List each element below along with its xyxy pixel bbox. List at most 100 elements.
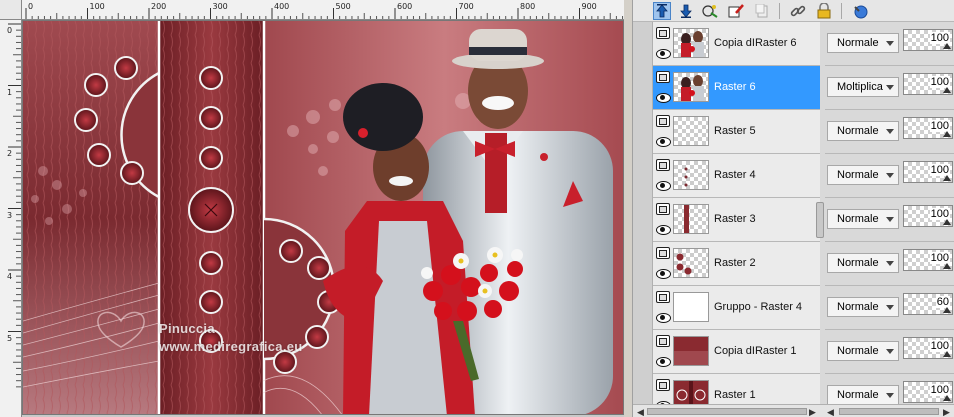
layer-name: Raster 4 bbox=[714, 169, 756, 181]
visibility-eye-icon[interactable] bbox=[656, 355, 671, 367]
blend-mode-dropdown[interactable]: Normale bbox=[827, 253, 899, 273]
blend-mode-dropdown[interactable]: Normale bbox=[827, 33, 899, 53]
layer-name: Raster 3 bbox=[714, 213, 756, 225]
opacity-slider[interactable]: 100 bbox=[903, 337, 953, 359]
scroll-left-icon[interactable]: ◀ bbox=[827, 407, 834, 417]
layer-mask-icon[interactable] bbox=[656, 247, 670, 259]
visibility-eye-icon[interactable] bbox=[656, 47, 671, 59]
layer-mask-icon[interactable] bbox=[656, 71, 670, 83]
splitter-grip[interactable] bbox=[816, 202, 824, 238]
opacity-slider-pointer-icon bbox=[943, 395, 951, 401]
layer-row[interactable]: Gruppo - Raster 4 Normale 60 bbox=[653, 286, 954, 330]
scroll-thumb-left[interactable] bbox=[647, 408, 807, 415]
opacity-slider[interactable]: 100 bbox=[903, 249, 953, 271]
artwork-graphic bbox=[23, 21, 623, 414]
layers-palette: Copia dIRaster 6 Normale 100 Raster 6 Moltip… bbox=[632, 0, 954, 417]
scroll-thumb-right[interactable] bbox=[839, 408, 939, 415]
layer-thumbnail[interactable] bbox=[673, 336, 709, 366]
layer-mask-icon[interactable] bbox=[656, 115, 670, 127]
blend-mode-dropdown[interactable]: Normale bbox=[827, 165, 899, 185]
layer-mask-icon[interactable] bbox=[656, 27, 670, 39]
layer-row[interactable]: Raster 2 Normale 100 bbox=[653, 242, 954, 286]
lock-icon[interactable] bbox=[815, 2, 833, 20]
layer-name-cell[interactable]: Copia dIRaster 6 bbox=[653, 22, 820, 66]
layer-row[interactable]: Raster 1 Normale 100 bbox=[653, 374, 954, 404]
visibility-eye-icon[interactable] bbox=[656, 135, 671, 147]
layer-thumbnail[interactable] bbox=[673, 28, 709, 58]
ruler-top-label: 500 bbox=[335, 2, 351, 11]
layer-name: Raster 5 bbox=[714, 125, 756, 137]
ruler-corner bbox=[0, 0, 22, 20]
move-up-icon[interactable] bbox=[653, 2, 671, 20]
opacity-slider[interactable]: 100 bbox=[903, 161, 953, 183]
layer-thumbnail[interactable] bbox=[673, 72, 709, 102]
ruler-top[interactable]: 0 100 200 300 400 500 600 700 800 900 bbox=[22, 0, 624, 20]
layers-list[interactable]: Copia dIRaster 6 Normale 100 Raster 6 Moltip… bbox=[653, 22, 954, 404]
layer-row[interactable]: Raster 6 Moltiplica 100 bbox=[653, 66, 954, 110]
image-canvas[interactable]: Pinuccia www.mediregrafica.eu bbox=[22, 20, 624, 415]
layer-mask-icon[interactable] bbox=[656, 335, 670, 347]
layer-row[interactable]: Copia dIRaster 6 Normale 100 bbox=[653, 22, 954, 66]
layer-name-cell[interactable]: Raster 2 bbox=[653, 242, 820, 286]
layer-name-cell[interactable]: Raster 5 bbox=[653, 110, 820, 154]
layer-thumbnail[interactable] bbox=[673, 116, 709, 146]
layer-thumbnail[interactable] bbox=[673, 248, 709, 278]
layer-name: Raster 1 bbox=[714, 389, 756, 401]
blend-mode-dropdown[interactable]: Normale bbox=[827, 385, 899, 404]
layer-name-cell[interactable]: Raster 4 bbox=[653, 154, 820, 198]
layer-name-cell[interactable]: Raster 3 bbox=[653, 198, 820, 242]
opacity-slider[interactable]: 100 bbox=[903, 381, 953, 403]
opacity-slider[interactable]: 100 bbox=[903, 205, 953, 227]
opacity-slider[interactable]: 100 bbox=[903, 117, 953, 139]
layer-thumbnail[interactable] bbox=[673, 292, 709, 322]
layer-name-cell[interactable]: Raster 6 bbox=[653, 66, 820, 110]
layer-mask-icon[interactable] bbox=[656, 159, 670, 171]
help-icon[interactable] bbox=[851, 2, 869, 20]
layer-thumbnail[interactable] bbox=[673, 160, 709, 190]
new-layer-icon[interactable] bbox=[701, 2, 719, 20]
layer-thumbnail[interactable] bbox=[673, 380, 709, 404]
layer-name-cell[interactable]: Raster 1 bbox=[653, 374, 820, 404]
blend-mode-dropdown[interactable]: Normale bbox=[827, 209, 899, 229]
blend-mode-value: Normale bbox=[837, 37, 879, 49]
layer-row[interactable]: Raster 4 Normale 100 bbox=[653, 154, 954, 198]
layer-name-cell[interactable]: Gruppo - Raster 4 bbox=[653, 286, 820, 330]
opacity-slider[interactable]: 60 bbox=[903, 293, 953, 315]
paint-layer-icon[interactable] bbox=[727, 2, 745, 20]
visibility-eye-icon[interactable] bbox=[656, 179, 671, 191]
chevron-down-icon bbox=[886, 217, 894, 222]
layer-name: Copia dIRaster 6 bbox=[714, 37, 797, 49]
disabled-icon[interactable] bbox=[753, 2, 771, 20]
scroll-left-icon[interactable]: ◀ bbox=[637, 407, 644, 417]
layer-row[interactable]: Raster 5 Normale 100 bbox=[653, 110, 954, 154]
blend-mode-dropdown[interactable]: Normale bbox=[827, 297, 899, 317]
blend-mode-dropdown[interactable]: Normale bbox=[827, 121, 899, 141]
layer-name-cell[interactable]: Copia dIRaster 1 bbox=[653, 330, 820, 374]
layer-props-cell: Normale 100 bbox=[825, 22, 954, 66]
opacity-slider[interactable]: 100 bbox=[903, 29, 953, 51]
move-down-icon[interactable] bbox=[677, 2, 695, 20]
opacity-slider[interactable]: 100 bbox=[903, 73, 953, 95]
app-window: 0 100 200 300 400 500 600 700 800 900 0 1 2 3 4 5 bbox=[0, 0, 954, 417]
scroll-right-icon[interactable]: ▶ bbox=[943, 407, 950, 417]
opacity-slider-pointer-icon bbox=[943, 263, 951, 269]
layer-row[interactable]: Copia dIRaster 1 Normale 100 bbox=[653, 330, 954, 374]
layer-mask-icon[interactable] bbox=[656, 203, 670, 215]
layer-thumbnail[interactable] bbox=[673, 204, 709, 234]
visibility-eye-icon[interactable] bbox=[656, 223, 671, 235]
ruler-left-label: 2 bbox=[7, 149, 13, 158]
layers-hscrollbar[interactable]: ◀ ▶ ◀ ▶ bbox=[633, 404, 954, 417]
layer-mask-icon[interactable] bbox=[656, 291, 670, 303]
scroll-right-icon[interactable]: ▶ bbox=[809, 407, 816, 417]
blend-mode-dropdown[interactable]: Normale bbox=[827, 341, 899, 361]
visibility-eye-icon[interactable] bbox=[656, 91, 671, 103]
visibility-eye-icon[interactable] bbox=[656, 311, 671, 323]
visibility-eye-icon[interactable] bbox=[656, 267, 671, 279]
layer-mask-icon[interactable] bbox=[656, 379, 670, 391]
link-icon[interactable] bbox=[789, 2, 807, 20]
layer-props-cell: Normale 100 bbox=[825, 330, 954, 374]
ruler-left[interactable]: 0 1 2 3 4 5 bbox=[0, 20, 22, 417]
blend-mode-dropdown[interactable]: Moltiplica bbox=[827, 77, 899, 97]
toolbar-separator bbox=[779, 3, 780, 19]
layer-row[interactable]: Raster 3 Normale 100 bbox=[653, 198, 954, 242]
